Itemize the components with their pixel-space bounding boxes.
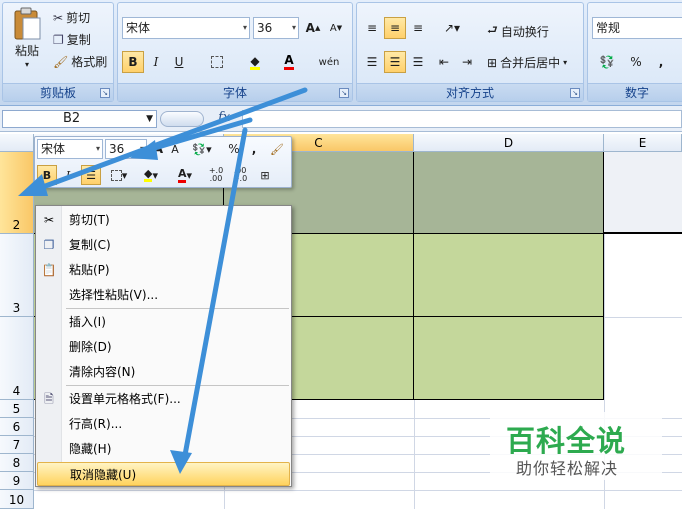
arrow-to-unhide: [182, 127, 248, 458]
arrow-to-row2: [37, 87, 308, 191]
arrow-to-namebox: [145, 117, 253, 153]
arrowhead-icon: [18, 174, 48, 196]
watermark-title: 百科全说: [506, 424, 627, 458]
watermark-subtitle: 助你轻松解决: [516, 459, 619, 478]
arrowhead-icon: [170, 450, 192, 474]
